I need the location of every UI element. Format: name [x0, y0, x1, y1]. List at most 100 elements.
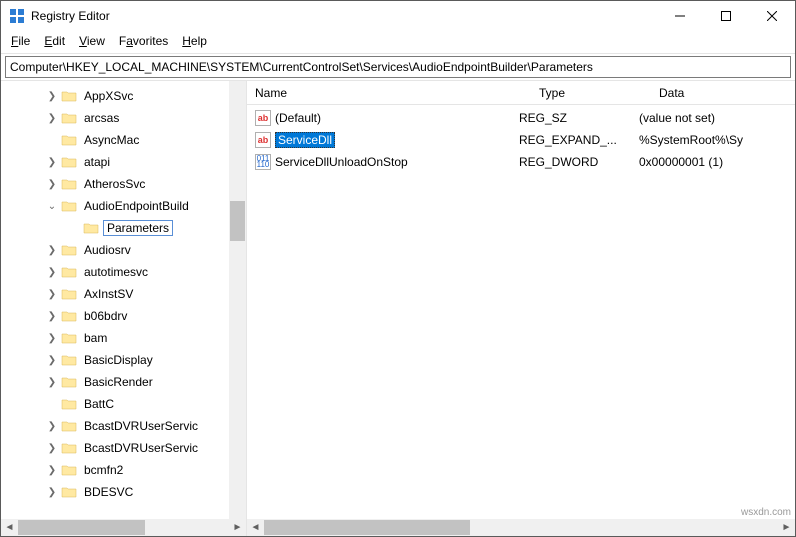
folder-icon — [61, 199, 77, 213]
menu-help[interactable]: Help — [182, 34, 207, 48]
tree-horizontal-scrollbar[interactable]: ◄ ► — [1, 519, 246, 536]
tree-item[interactable]: ❯ BcastDVRUserServic — [1, 437, 246, 459]
tree-item[interactable]: ❯b06bdrv — [1, 305, 246, 327]
folder-icon — [61, 419, 77, 433]
expand-icon[interactable]: ❯ — [45, 113, 59, 124]
menu-view[interactable]: View — [79, 34, 105, 48]
folder-icon — [61, 485, 77, 499]
expand-icon[interactable]: ❯ — [45, 157, 59, 168]
collapse-icon[interactable]: ⌄ — [45, 201, 59, 212]
expand-icon[interactable]: ❯ — [45, 91, 59, 102]
expand-icon[interactable]: ❯ — [45, 355, 59, 366]
tree-item[interactable]: ❯autotimesvc — [1, 261, 246, 283]
folder-icon — [61, 243, 77, 257]
menu-favorites[interactable]: Favorites — [119, 34, 168, 48]
tree-item[interactable]: AsyncMac — [1, 129, 246, 151]
scrollbar-thumb[interactable] — [18, 520, 145, 535]
tree-item[interactable]: ❯Audiosrv — [1, 239, 246, 261]
string-value-icon: ab — [255, 110, 271, 126]
window-title: Registry Editor — [31, 9, 657, 23]
scrollbar-thumb[interactable] — [264, 520, 470, 535]
tree-item-label: AsyncMac — [81, 133, 142, 147]
app-icon — [9, 8, 25, 24]
tree-item[interactable]: ❯AxInstSV — [1, 283, 246, 305]
menu-file[interactable]: File — [11, 34, 30, 48]
value-row[interactable]: abServiceDllREG_EXPAND_...%SystemRoot%\S… — [247, 129, 795, 151]
titlebar: Registry Editor — [1, 1, 795, 31]
expand-icon[interactable]: ❯ — [45, 333, 59, 344]
folder-icon — [61, 265, 77, 279]
tree-item[interactable]: ❯ BcastDVRUserServic — [1, 415, 246, 437]
folder-icon — [61, 155, 77, 169]
tree-item[interactable]: ❯AppXSvc — [1, 85, 246, 107]
value-row[interactable]: ab(Default)REG_SZ(value not set) — [247, 107, 795, 129]
address-bar — [1, 54, 795, 80]
list-horizontal-scrollbar[interactable]: ◄ ► — [247, 519, 795, 536]
folder-icon — [61, 89, 77, 103]
column-headers: Name Type Data — [247, 81, 795, 105]
value-type: REG_SZ — [519, 111, 639, 125]
string-value-icon: ab — [255, 132, 271, 148]
tree-item-label: BDESVC — [81, 485, 136, 499]
watermark: wsxdn.com — [741, 507, 791, 518]
tree-item[interactable]: ❯AtherosSvc — [1, 173, 246, 195]
registry-tree[interactable]: ❯AppXSvc❯arcsasAsyncMac❯atapi❯AtherosSvc… — [1, 81, 246, 503]
tree-item-label: AudioEndpointBuild — [81, 199, 192, 213]
tree-item-label: BcastDVRUserServic — [81, 419, 201, 433]
column-data[interactable]: Data — [659, 86, 795, 100]
value-data: %SystemRoot%\Sy — [639, 133, 795, 147]
expand-icon[interactable]: ❯ — [45, 311, 59, 322]
value-data: 0x00000001 (1) — [639, 155, 795, 169]
scroll-left-icon[interactable]: ◄ — [247, 519, 264, 536]
tree-item-label: arcsas — [81, 111, 122, 125]
scroll-right-icon[interactable]: ► — [229, 519, 246, 536]
tree-item[interactable]: ❯atapi — [1, 151, 246, 173]
scroll-right-icon[interactable]: ► — [778, 519, 795, 536]
folder-icon — [61, 353, 77, 367]
tree-item-label: bcmfn2 — [81, 463, 126, 477]
expand-icon[interactable]: ❯ — [45, 377, 59, 388]
expand-icon[interactable]: ❯ — [45, 465, 59, 476]
tree-item[interactable]: ❯ bam — [1, 327, 246, 349]
folder-icon — [61, 397, 77, 411]
scroll-left-icon[interactable]: ◄ — [1, 519, 18, 536]
content-area: ❯AppXSvc❯arcsasAsyncMac❯atapi❯AtherosSvc… — [1, 80, 795, 536]
tree-item-label: bam — [81, 331, 110, 345]
column-type[interactable]: Type — [539, 86, 659, 100]
tree-item[interactable]: BattC — [1, 393, 246, 415]
expand-icon[interactable]: ❯ — [45, 421, 59, 432]
tree-item[interactable]: ❯BasicRender — [1, 371, 246, 393]
menu-edit[interactable]: Edit — [44, 34, 65, 48]
maximize-button[interactable] — [703, 1, 749, 31]
value-type: REG_DWORD — [519, 155, 639, 169]
close-button[interactable] — [749, 1, 795, 31]
address-input[interactable] — [5, 56, 791, 78]
tree-item[interactable]: ❯ arcsas — [1, 107, 246, 129]
expand-icon[interactable]: ❯ — [45, 245, 59, 256]
value-row[interactable]: 011110 ServiceDllUnloadOnStop REG_DWORD0x0… — [247, 151, 795, 173]
tree-item-label: BcastDVRUserServic — [81, 441, 201, 455]
registry-editor-window: Registry Editor File Edit View Favorites… — [0, 0, 796, 537]
expand-icon[interactable]: ❯ — [45, 179, 59, 190]
binary-value-icon: 011110 — [255, 154, 271, 170]
column-name[interactable]: Name — [255, 86, 539, 100]
value-type: REG_EXPAND_... — [519, 133, 639, 147]
expand-icon[interactable]: ❯ — [45, 289, 59, 300]
tree-item[interactable]: ❯ BDESVC — [1, 481, 246, 503]
minimize-button[interactable] — [657, 1, 703, 31]
folder-icon — [61, 177, 77, 191]
scrollbar-thumb[interactable] — [230, 201, 245, 241]
folder-icon — [83, 221, 99, 235]
tree-item[interactable]: ⌄ AudioEndpointBuild — [1, 195, 246, 217]
tree-item[interactable]: ❯ bcmfn2 — [1, 459, 246, 481]
folder-icon — [61, 463, 77, 477]
expand-icon[interactable]: ❯ — [45, 267, 59, 278]
tree-item[interactable]: ❯BasicDisplay — [1, 349, 246, 371]
folder-icon — [61, 331, 77, 345]
expand-icon[interactable]: ❯ — [45, 487, 59, 498]
expand-icon[interactable]: ❯ — [45, 443, 59, 454]
value-name: ServiceDllUnloadOnStop — [275, 155, 408, 169]
tree-item[interactable]: Parameters — [1, 217, 246, 239]
value-list[interactable]: ab(Default)REG_SZ(value not set)abServic… — [247, 105, 795, 173]
tree-vertical-scrollbar[interactable] — [229, 81, 246, 519]
